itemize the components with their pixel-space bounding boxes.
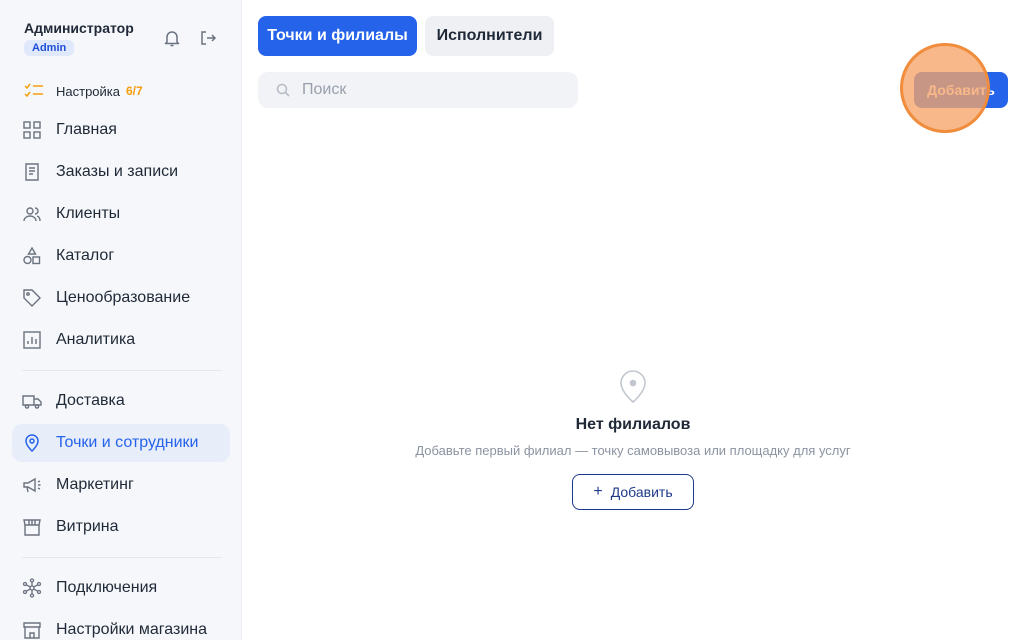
sidebar-item-label: Настройки магазина (56, 621, 208, 638)
search-input[interactable] (302, 81, 562, 99)
receipt-icon (25, 163, 39, 181)
role-badge: Admin (24, 40, 75, 56)
users-icon (23, 207, 41, 222)
sidebar-item-delivery[interactable]: Доставка (12, 382, 230, 420)
bell-icon[interactable] (162, 28, 182, 48)
sidebar-item-shop-settings[interactable]: Настройки магазина (12, 611, 230, 640)
sidebar-item-label: Каталог (56, 247, 115, 264)
shapes-icon (23, 246, 41, 265)
setup-count: 6/7 (126, 84, 143, 98)
user-block: Администратор Admin (24, 20, 134, 56)
sidebar-item-label: Подключения (56, 579, 158, 596)
grid-icon (23, 121, 41, 139)
map-pin-icon (25, 434, 39, 453)
sidebar-item-integrations[interactable]: Подключения (12, 569, 230, 607)
sidebar-item-label: Аналитика (56, 331, 136, 348)
sidebar-item-clients[interactable]: Клиенты (12, 195, 230, 233)
sidebar-item-label: Ценообразование (56, 289, 191, 306)
truck-icon (22, 395, 42, 409)
sidebar-item-storefront[interactable]: Витрина (12, 508, 230, 546)
sidebar-item-orders[interactable]: Заказы и записи (12, 153, 230, 191)
user-name: Администратор (24, 20, 134, 36)
store-icon (23, 519, 41, 536)
sidebar-item-label: Клиенты (56, 205, 121, 222)
add-branch-label: Добавить (610, 484, 673, 500)
sidebar-item-catalog[interactable]: Каталог (12, 237, 230, 275)
add-branch-button[interactable]: + Добавить (572, 474, 694, 510)
sidebar-item-label: Витрина (56, 518, 119, 535)
setup-progress[interactable]: Настройка 6/7 (24, 82, 143, 100)
megaphone-icon (23, 477, 41, 493)
sidebar-item-locations[interactable]: Точки и сотрудники (12, 424, 230, 462)
sidebar: Администратор Admin Настройка 6/7 Главна… (0, 0, 242, 640)
shop-settings-icon (23, 622, 41, 639)
sidebar-item-label: Точки и сотрудники (56, 434, 199, 451)
plus-icon: + (593, 483, 603, 500)
empty-state-title: Нет филиалов (575, 416, 691, 433)
sidebar-item-marketing[interactable]: Маркетинг (12, 466, 230, 504)
sidebar-divider (22, 557, 222, 558)
search-box (258, 72, 578, 108)
logout-icon[interactable] (198, 28, 218, 48)
checklist-icon (24, 83, 43, 98)
map-pin-icon (617, 368, 649, 404)
add-button[interactable]: Добавить (914, 72, 1008, 108)
sidebar-item-label: Главная (56, 121, 117, 138)
sidebar-item-label: Заказы и записи (56, 163, 179, 180)
sidebar-item-pricing[interactable]: Ценообразование (12, 279, 230, 317)
tab-locations[interactable]: Точки и филиалы (258, 16, 417, 56)
tab-performers[interactable]: Исполнители (425, 16, 554, 56)
network-icon (22, 578, 42, 598)
chart-icon (23, 331, 41, 349)
empty-state-subtitle: Добавьте первый филиал — точку самовывоз… (415, 443, 851, 458)
setup-label: Настройка (56, 83, 120, 99)
sidebar-item-home[interactable]: Главная (12, 111, 230, 149)
sidebar-item-label: Доставка (56, 392, 125, 409)
sidebar-divider (22, 370, 222, 371)
tag-icon (23, 289, 41, 307)
sidebar-item-analytics[interactable]: Аналитика (12, 321, 230, 359)
search-icon (276, 83, 290, 97)
sidebar-item-label: Маркетинг (56, 476, 134, 493)
